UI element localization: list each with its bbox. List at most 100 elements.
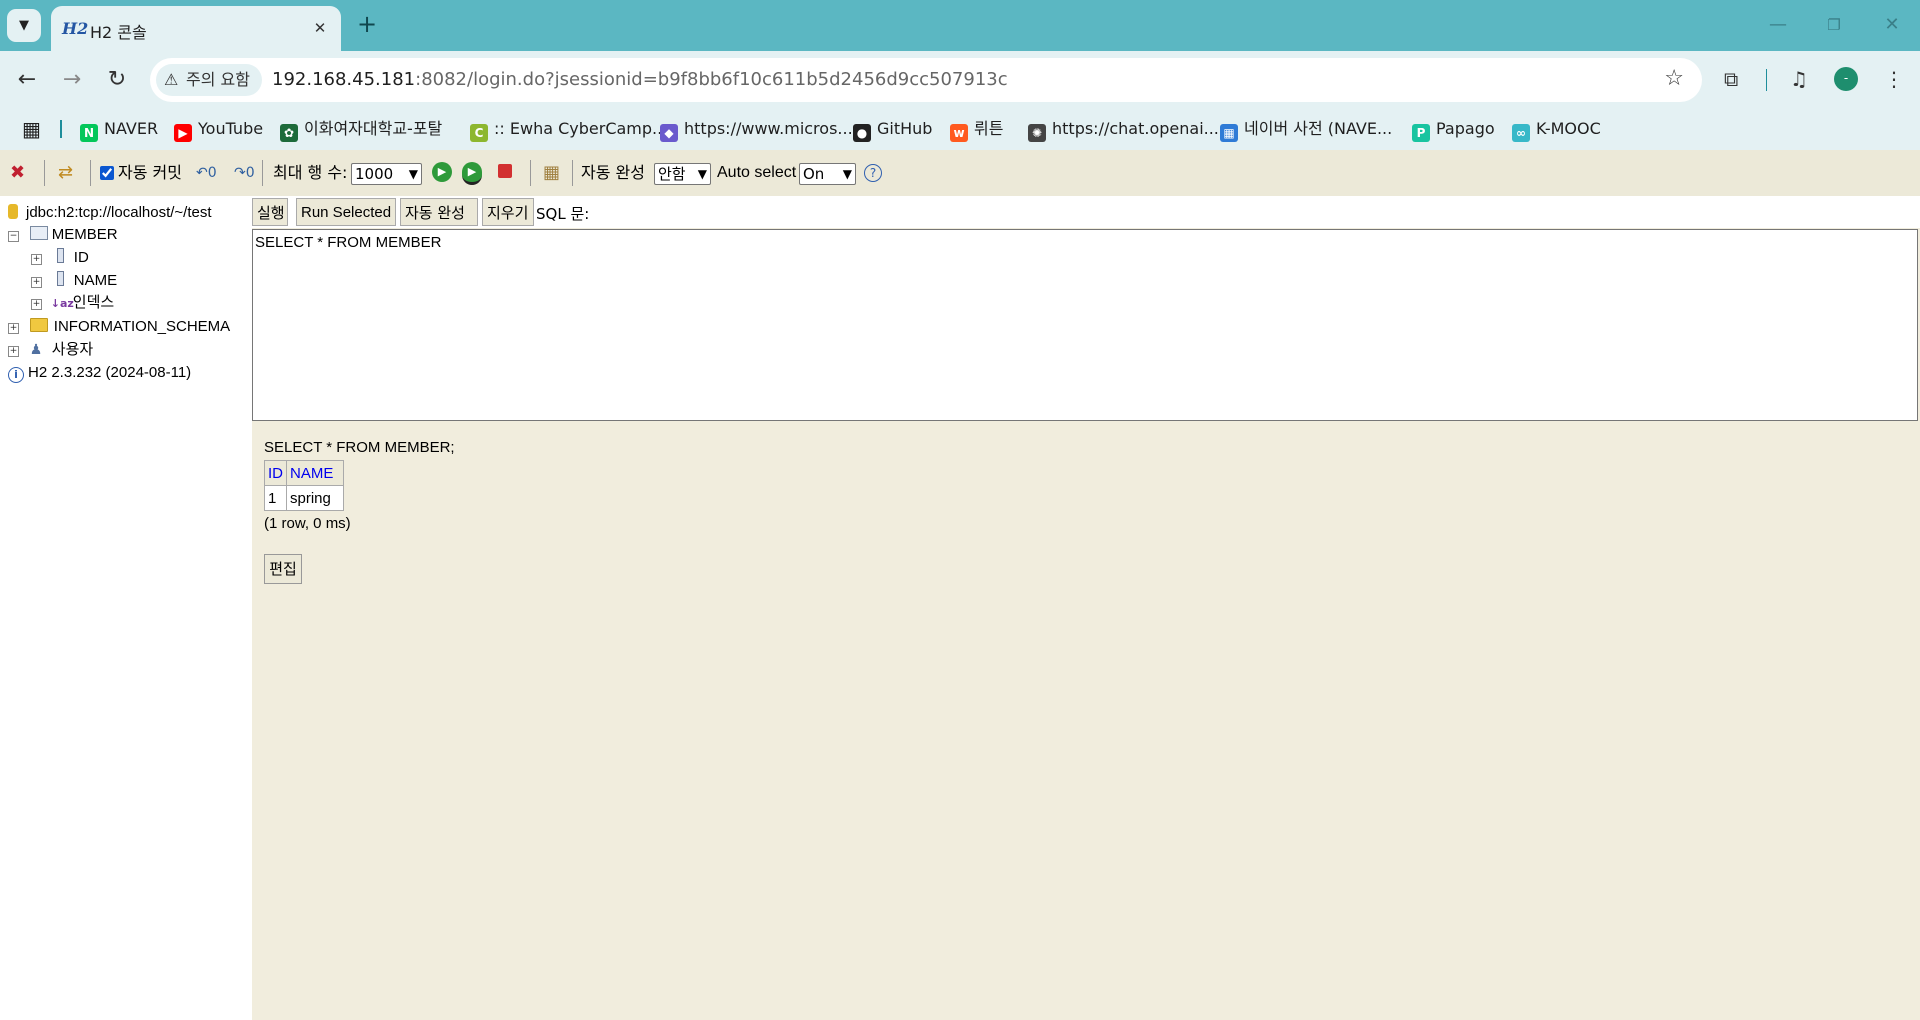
naver-icon: N (80, 124, 98, 142)
expand-icon[interactable]: + (31, 277, 42, 288)
bookmark-label: 네이버 사전 (NAVE... (1244, 119, 1393, 138)
folder-icon (29, 318, 48, 332)
address-bar[interactable]: ⚠ 주의 요함 192.168.45.181:8082/login.do?jse… (150, 58, 1702, 102)
tab-search-button[interactable]: ▼ (7, 9, 41, 42)
toolbar-separator (572, 160, 573, 186)
bookmark-label: :: Ewha CyberCamp... (494, 119, 668, 138)
rollback-icon[interactable]: ↶0 (196, 162, 217, 184)
bookmark-item[interactable]: ◆ https://www.micros... (660, 116, 853, 142)
h2-toolbar: ✖ ⇄ 자동 커밋 ↶0 ↷0 최대 행 수: 1000 ▼ ▶ ▶ ▦ 자동 완… (0, 150, 1920, 196)
stop-icon[interactable] (498, 164, 512, 178)
bookmarks-bar: ▦ N NAVER ▶ YouTube ✿ 이화여자대학교-포탈 C:: Ewha Cybe… (0, 108, 1920, 150)
table-icon (29, 226, 48, 240)
database-icon (8, 204, 18, 219)
autocomplete-select[interactable]: 안함 ▼ (654, 163, 711, 185)
tree-column-id[interactable]: + ID (31, 247, 89, 268)
bookmark-item[interactable]: w 뤼튼 (950, 116, 1003, 142)
close-window-button[interactable]: ✕ (1872, 10, 1912, 40)
tab-bar: ▼ H2 H2 콘솔 ✕ + — ❐ ✕ (0, 0, 1920, 51)
tab-close-icon[interactable]: ✕ (309, 17, 331, 39)
url-text[interactable]: 192.168.45.181:8082/login.do?jsessionid=… (272, 69, 1008, 90)
bookmark-item[interactable]: ● GitHub (853, 116, 932, 142)
tree-users[interactable]: + ♟ 사용자 (8, 339, 93, 360)
bookmark-item[interactable]: N NAVER (80, 116, 158, 142)
bookmark-label: Papago (1436, 119, 1495, 138)
execute-icon[interactable]: ▶ (432, 162, 452, 182)
collapse-icon[interactable]: − (8, 231, 19, 242)
sql-work-area: 실행 Run Selected 자동 완성 지우기 SQL 문: SELECT … (252, 196, 1920, 1020)
result-header-name[interactable]: NAME (286, 460, 344, 486)
bookmark-item[interactable]: ✿ 이화여자대학교-포탈 (280, 116, 442, 142)
autocommit-checkbox[interactable] (100, 166, 114, 180)
indexes-label: 인덱스 (72, 293, 115, 311)
commit-icon[interactable]: ↷0 (234, 162, 255, 184)
max-rows-select[interactable]: 1000 ▼ (351, 163, 422, 185)
bookmark-item[interactable]: ▶ YouTube (174, 116, 263, 142)
tree-connection[interactable]: jdbc:h2:tcp://localhost/~/test (8, 202, 212, 223)
users-label: 사용자 (51, 340, 94, 358)
connection-url: jdbc:h2:tcp://localhost/~/test (26, 204, 212, 221)
bookmark-item[interactable]: ✺ https://chat.openai.... (1028, 116, 1224, 142)
expand-icon[interactable]: + (31, 299, 42, 310)
chevron-down-icon: ▼ (408, 167, 418, 181)
autocommit-toggle[interactable]: 자동 커밋 (100, 162, 182, 184)
bookmark-item[interactable]: C:: Ewha CyberCamp... (470, 116, 667, 142)
bookmark-star-icon[interactable]: ☆ (1664, 66, 1684, 91)
wrtn-icon: w (950, 124, 968, 142)
auto-select-select[interactable]: On ▼ (799, 163, 856, 185)
bookmark-label: https://chat.openai.... (1052, 119, 1224, 138)
run-selected-button[interactable]: Run Selected (296, 198, 396, 226)
new-tab-button[interactable]: + (353, 10, 381, 38)
edit-button[interactable]: 편집 (264, 554, 302, 584)
bookmark-item[interactable]: ∞ K-MOOC (1512, 116, 1601, 142)
expand-icon[interactable]: + (31, 254, 42, 265)
tree-table-member[interactable]: − MEMBER (8, 224, 118, 245)
browser-toolbar: ← → ↻ ⚠ 주의 요함 192.168.45.181:8082/login.… (0, 51, 1920, 108)
extensions-icon[interactable]: ⧉ (1724, 67, 1738, 93)
tree-information-schema[interactable]: + INFORMATION_SCHEMA (8, 316, 230, 337)
apps-grid-icon[interactable]: ▦ (22, 116, 41, 142)
autocomplete-label: 자동 완성 (581, 163, 645, 182)
run-button[interactable]: 실행 (252, 198, 288, 226)
max-rows-label: 최대 행 수: (273, 163, 348, 182)
result-query: SELECT * FROM MEMBER; (264, 439, 455, 456)
more-menu-icon[interactable]: ⋮ (1884, 67, 1904, 93)
forward-button[interactable]: → (57, 65, 87, 95)
expand-icon[interactable]: + (8, 346, 19, 357)
profile-avatar[interactable]: - (1834, 67, 1858, 91)
github-icon: ● (853, 124, 871, 142)
h2-favicon-icon: H2 (62, 19, 89, 38)
media-control-icon[interactable]: ♫ (1790, 67, 1808, 93)
bookmark-label: 뤼튼 (974, 119, 1004, 138)
refresh-icon[interactable]: ⇄ (58, 162, 73, 184)
sql-editor[interactable]: SELECT * FROM MEMBER (252, 229, 1918, 421)
help-icon[interactable]: ? (864, 164, 882, 182)
naver-dict-icon: ▦ (1220, 124, 1238, 142)
restore-button[interactable]: ❐ (1814, 10, 1854, 40)
tree-column-name[interactable]: + NAME (31, 270, 117, 291)
expand-icon[interactable]: + (8, 323, 19, 334)
result-header-id[interactable]: ID (264, 460, 287, 486)
papago-icon: P (1412, 124, 1430, 142)
tree-version: i H2 2.3.232 (2024-08-11) (8, 362, 191, 383)
tab-h2-console[interactable]: H2 H2 콘솔 ✕ (51, 6, 341, 51)
bookmark-item[interactable]: P Papago (1412, 116, 1495, 142)
chevron-down-icon: ▼ (697, 167, 707, 181)
max-rows-value: 1000 (355, 165, 394, 183)
autocomplete-button[interactable]: 자동 완성 (400, 198, 478, 226)
info-icon: i (8, 367, 24, 383)
bookmark-label: K-MOOC (1536, 119, 1601, 138)
schema-name: INFORMATION_SCHEMA (53, 318, 231, 335)
security-warning-chip[interactable]: ⚠ 주의 요함 (156, 64, 262, 96)
disconnect-icon[interactable]: ✖ (10, 162, 25, 184)
back-button[interactable]: ← (12, 65, 42, 95)
minimize-button[interactable]: — (1758, 10, 1798, 40)
bookmark-item[interactable]: ▦ 네이버 사전 (NAVE... (1220, 116, 1392, 142)
tree-indexes[interactable]: + ↓az인덱스 (31, 292, 114, 314)
toolbar-separator (44, 160, 45, 186)
execute-selected-icon[interactable]: ▶ (462, 162, 482, 185)
reload-button[interactable]: ↻ (102, 65, 132, 95)
clear-button[interactable]: 지우기 (482, 198, 534, 226)
history-icon[interactable]: ▦ (543, 162, 560, 184)
bookmark-label: 이화여자대학교-포탈 (304, 119, 443, 138)
